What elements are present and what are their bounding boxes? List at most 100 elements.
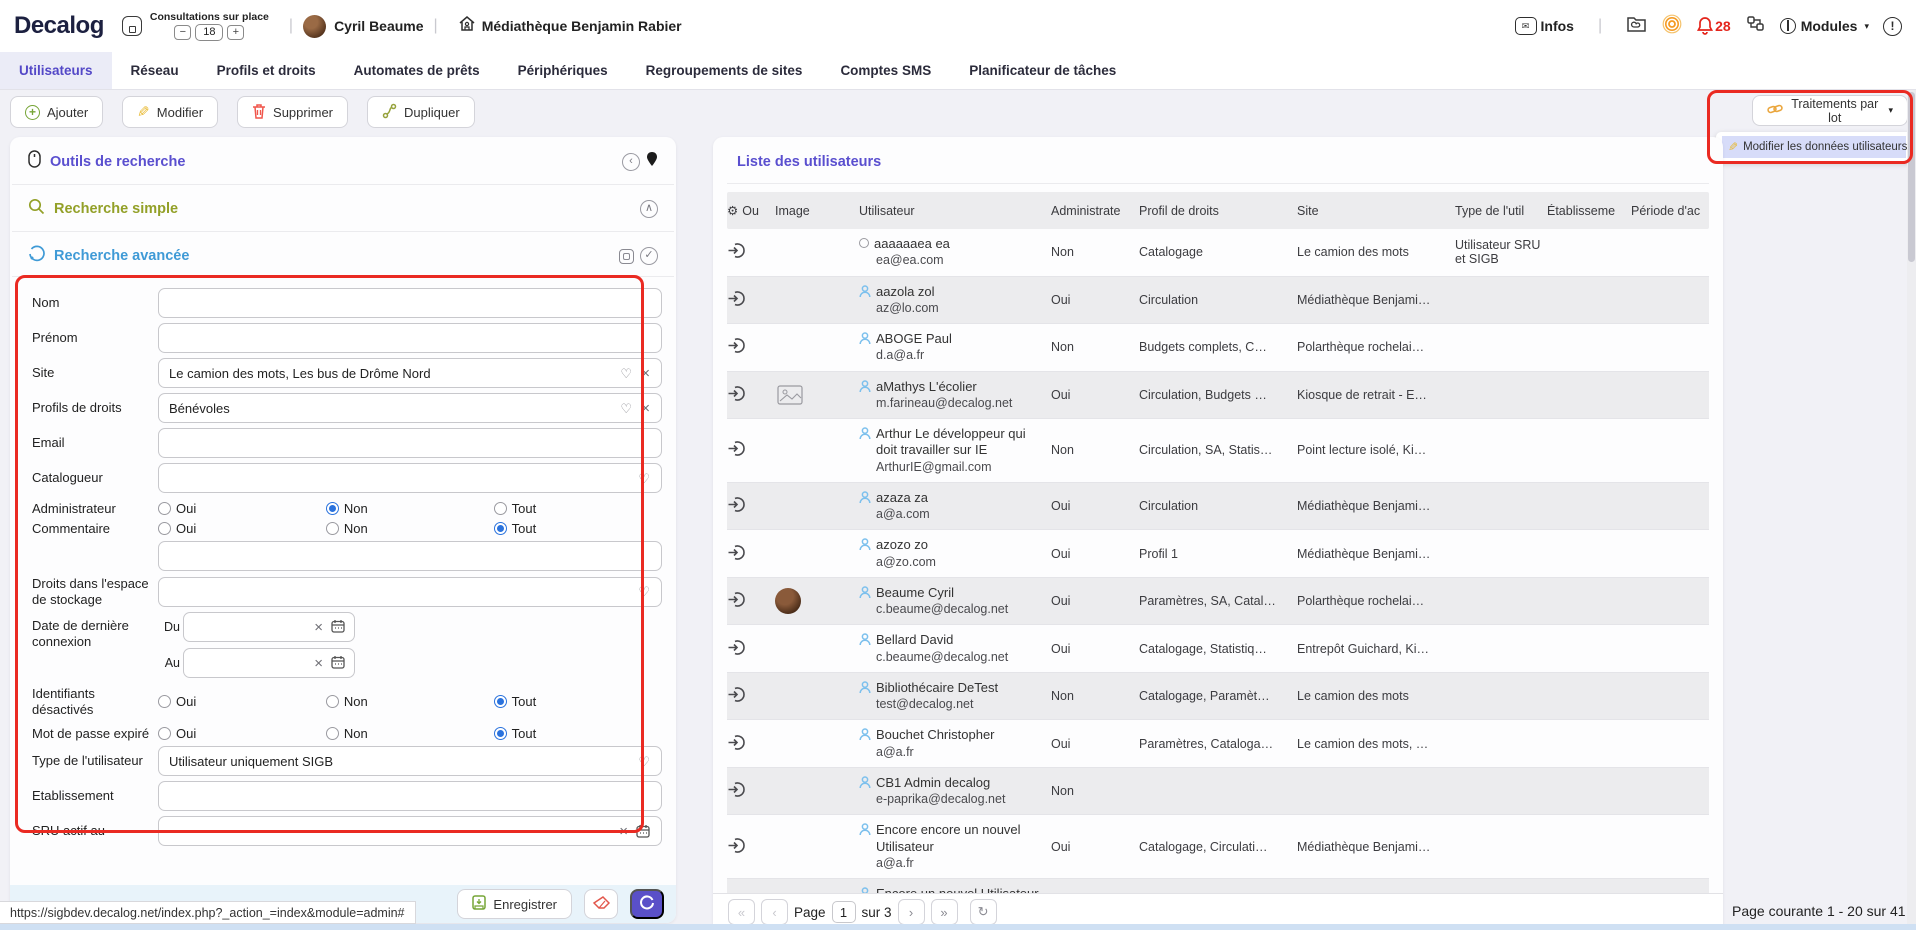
site-input[interactable]: [158, 358, 662, 388]
radio-circle[interactable]: [158, 695, 171, 708]
column-header-period[interactable]: Période d'ac: [1631, 204, 1709, 218]
batch-processing-button[interactable]: Traitements par lot ▾: [1752, 95, 1908, 126]
row-login-cell[interactable]: [727, 432, 775, 468]
column-header-tools[interactable]: ⚙ Ou: [727, 203, 775, 218]
calendar-icon[interactable]: [331, 619, 345, 638]
catalogueur-input[interactable]: [158, 463, 662, 493]
consultations-decrement-button[interactable]: −: [174, 25, 191, 40]
clear-icon[interactable]: ×: [314, 619, 323, 636]
collapse-left-icon[interactable]: ‹: [622, 153, 640, 171]
radio-option-non[interactable]: Non: [326, 726, 494, 741]
radio-option-tout[interactable]: Tout: [494, 726, 662, 741]
table-row[interactable]: aaaaaaea ea ea@ea.com Non Catalogage Le …: [727, 229, 1709, 277]
table-row[interactable]: Bibliothécaire DeTest test@decalog.net N…: [727, 673, 1709, 721]
window-icon[interactable]: [619, 249, 634, 264]
column-header-user[interactable]: Utilisateur: [859, 204, 1051, 218]
radio-circle[interactable]: [158, 522, 171, 535]
row-login-cell[interactable]: [727, 829, 775, 865]
radio-circle[interactable]: [326, 727, 339, 740]
type-utilisateur-input[interactable]: [158, 746, 662, 776]
consultations-count[interactable]: 18: [195, 24, 223, 41]
radio-circle[interactable]: [158, 502, 171, 515]
clear-icon[interactable]: ×: [314, 655, 323, 672]
tab-regroupements-de-sites[interactable]: Regroupements de sites: [627, 52, 822, 89]
user-avatar[interactable]: [303, 15, 326, 38]
date-au-input[interactable]: [183, 648, 355, 678]
radio-option-oui[interactable]: Oui: [158, 501, 326, 516]
table-row[interactable]: CB1 Admin decalog e-paprika@decalog.net …: [727, 768, 1709, 816]
column-header-admin[interactable]: Administrate: [1051, 204, 1139, 218]
simple-search-header[interactable]: Recherche simple ∧: [10, 185, 676, 231]
run-search-button[interactable]: [630, 889, 664, 919]
radio-circle[interactable]: [326, 695, 339, 708]
table-row[interactable]: Beaume Cyril c.beaume@decalog.net Oui Pa…: [727, 578, 1709, 626]
first-page-button[interactable]: «: [728, 899, 755, 925]
vertical-scrollbar[interactable]: [1907, 90, 1916, 930]
favorite-icon[interactable]: ♡: [620, 367, 632, 380]
pin-icon[interactable]: [646, 151, 658, 172]
documents-cloud-icon[interactable]: [1626, 14, 1648, 38]
row-login-cell[interactable]: [727, 536, 775, 572]
last-page-button[interactable]: »: [931, 899, 958, 925]
row-login-cell[interactable]: [727, 726, 775, 762]
menu-item-modify-user-data[interactable]: ✎ Modifier les données utilisateurs: [1722, 136, 1906, 158]
tab-p-riph-riques[interactable]: Périphériques: [499, 52, 627, 89]
prenom-input[interactable]: [158, 323, 662, 353]
table-row[interactable]: Arthur Le développeur qui doit travaille…: [727, 419, 1709, 483]
modify-button[interactable]: ✎ Modifier: [122, 96, 218, 128]
table-row[interactable]: ABOGE Paul d.a@a.fr Non Budgets complets…: [727, 324, 1709, 372]
radio-circle[interactable]: [494, 522, 507, 535]
tab-planificateur-de-t-ches[interactable]: Planificateur de tâches: [950, 52, 1135, 89]
tab-automates-de-pr-ts[interactable]: Automates de prêts: [335, 52, 499, 89]
row-login-cell[interactable]: [727, 377, 775, 413]
tab-r-seau[interactable]: Réseau: [112, 52, 198, 89]
infos-button[interactable]: ✉ Infos: [1515, 17, 1574, 35]
workflow-icon[interactable]: [1745, 14, 1766, 39]
column-header-image[interactable]: Image: [775, 204, 859, 218]
save-button[interactable]: Enregistrer: [457, 889, 572, 919]
commentaire-input[interactable]: [158, 541, 662, 571]
row-login-cell[interactable]: [727, 583, 775, 619]
clear-icon[interactable]: ×: [641, 366, 650, 381]
search-tools-header[interactable]: Outils de recherche ‹: [10, 137, 676, 184]
row-login-cell[interactable]: [727, 282, 775, 318]
page-number-input[interactable]: [832, 901, 856, 923]
calendar-icon[interactable]: [636, 824, 650, 843]
radio-option-oui[interactable]: Oui: [158, 521, 326, 536]
favorite-icon[interactable]: ♡: [638, 585, 650, 598]
next-page-button[interactable]: ›: [898, 899, 925, 925]
current-user-name[interactable]: Cyril Beaume: [334, 18, 423, 34]
radio-option-oui[interactable]: Oui: [158, 694, 326, 709]
radio-circle[interactable]: [326, 522, 339, 535]
column-header-type[interactable]: Type de l'util: [1455, 204, 1547, 218]
nom-input[interactable]: [158, 288, 662, 318]
tab-utilisateurs[interactable]: Utilisateurs: [0, 52, 112, 89]
radio-circle[interactable]: [494, 502, 507, 515]
table-row[interactable]: Bouchet Christopher a@a.fr Oui Paramètre…: [727, 720, 1709, 768]
row-login-cell[interactable]: [727, 773, 775, 809]
radio-option-non[interactable]: Non: [326, 521, 494, 536]
favorite-icon[interactable]: ♡: [638, 472, 650, 485]
advanced-search-header[interactable]: Recherche avancée ✓: [10, 232, 676, 276]
sru-date-input[interactable]: [158, 816, 662, 846]
table-row[interactable]: Bellard David c.beaume@decalog.net Oui C…: [727, 625, 1709, 673]
scrollbar-thumb[interactable]: [1908, 92, 1915, 262]
help-icon[interactable]: !: [1883, 17, 1902, 36]
table-row[interactable]: azaza za a@a.com Oui Circulation Médiath…: [727, 483, 1709, 531]
notifications-button[interactable]: 28: [1696, 16, 1731, 36]
etablissement-input[interactable]: [158, 781, 662, 811]
column-header-site[interactable]: Site: [1297, 204, 1455, 218]
favorite-icon[interactable]: ♡: [620, 402, 632, 415]
radio-option-tout[interactable]: Tout: [494, 694, 662, 709]
date-du-input[interactable]: [183, 612, 355, 642]
clear-icon[interactable]: ×: [619, 824, 628, 839]
duplicate-button[interactable]: Dupliquer: [367, 96, 475, 128]
refresh-list-button[interactable]: ↻: [970, 899, 997, 925]
radio-circle[interactable]: [158, 727, 171, 740]
radio-circle[interactable]: [494, 727, 507, 740]
row-login-cell[interactable]: [727, 488, 775, 524]
tab-comptes-sms[interactable]: Comptes SMS: [821, 52, 950, 89]
column-header-profile[interactable]: Profil de droits: [1139, 204, 1297, 218]
radio-option-oui[interactable]: Oui: [158, 726, 326, 741]
profils-input[interactable]: [158, 393, 662, 423]
